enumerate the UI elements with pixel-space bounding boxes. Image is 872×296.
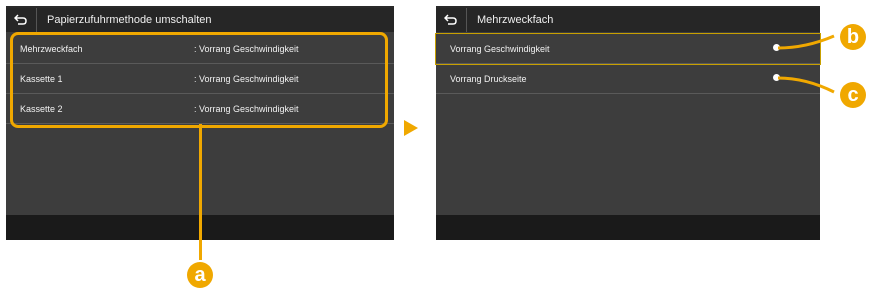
option-label: Vorrang Geschwindigkeit: [450, 43, 550, 54]
callout-line-c: [777, 76, 835, 94]
footer-bar: [436, 215, 820, 240]
callout-badge-b: b: [840, 24, 866, 50]
option-vorrang-druckseite[interactable]: Vorrang Druckseite: [436, 64, 820, 94]
callout-badge-c: c: [840, 82, 866, 108]
right-screen: Mehrzweckfach Vorrang Geschwindigkeit Vo…: [435, 6, 821, 240]
option-vorrang-geschwindigkeit[interactable]: Vorrang Geschwindigkeit: [435, 33, 821, 65]
left-titlebar: Papierzufuhrmethode umschalten: [6, 8, 394, 32]
next-arrow-icon: [404, 120, 418, 136]
back-arrow-icon: [14, 14, 27, 25]
back-arrow-icon: [444, 14, 457, 25]
callout-badge-a: a: [187, 262, 213, 288]
page-title: Papierzufuhrmethode umschalten: [47, 14, 212, 26]
callout-line-a: [199, 124, 202, 260]
callout-frame-a: [10, 32, 388, 128]
page-title: Mehrzweckfach: [477, 14, 554, 26]
callout-line-b: [777, 34, 835, 50]
back-button[interactable]: [436, 8, 467, 32]
option-label: Vorrang Druckseite: [450, 73, 527, 84]
right-titlebar: Mehrzweckfach: [436, 8, 820, 32]
back-button[interactable]: [6, 8, 37, 32]
